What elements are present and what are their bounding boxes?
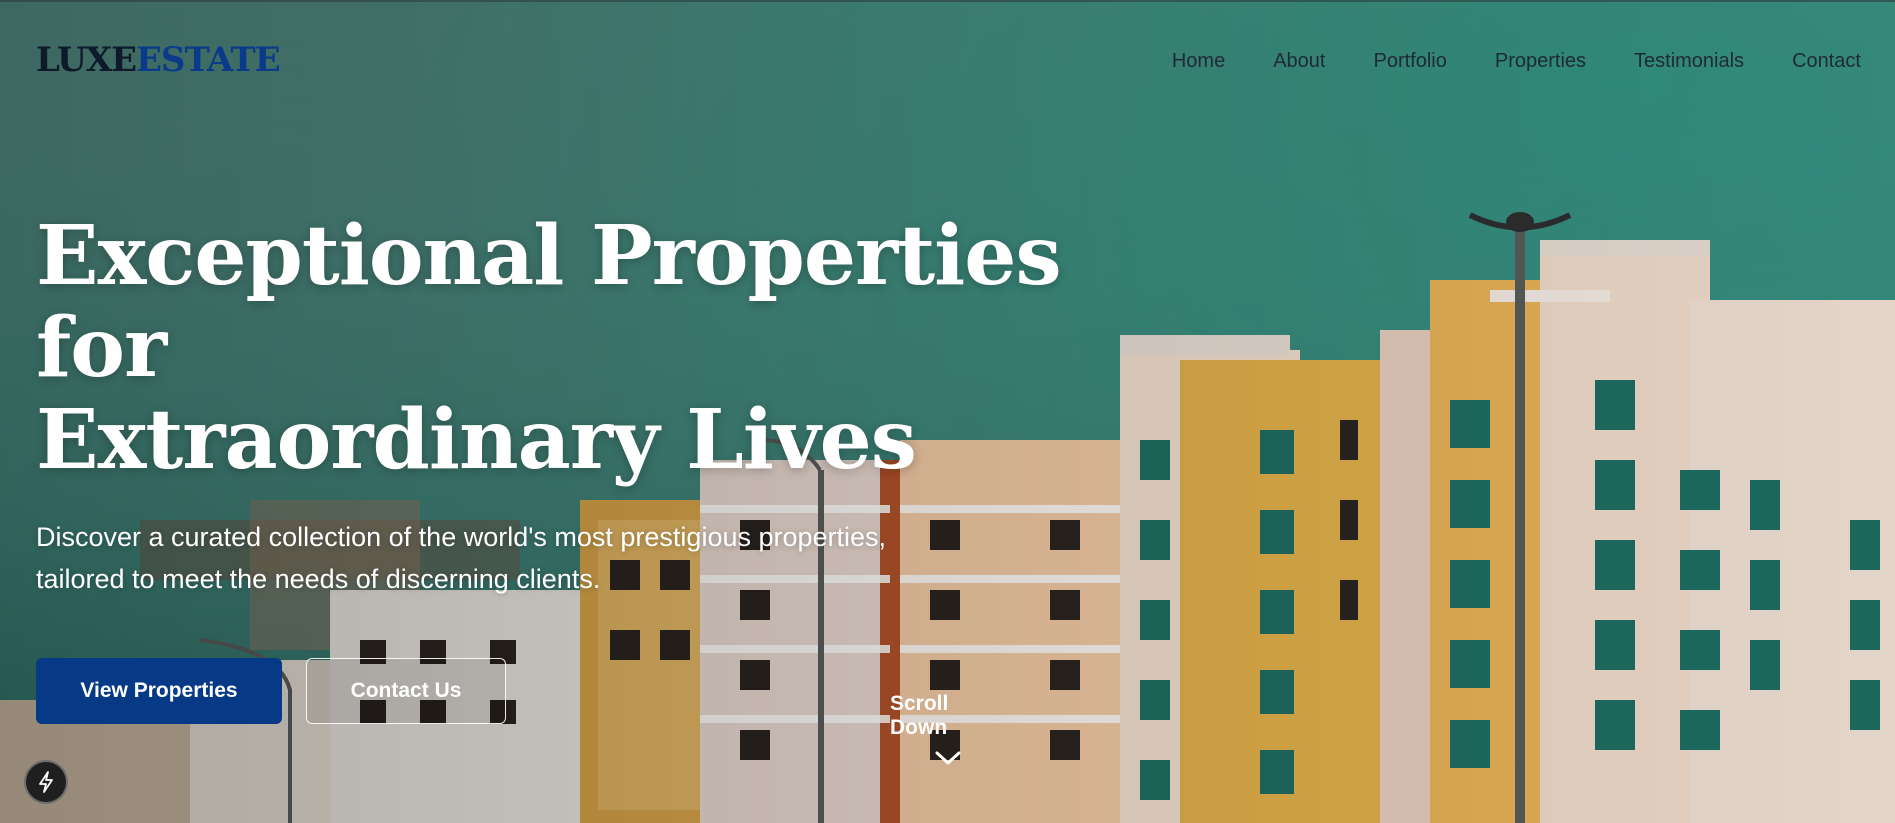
nav-home[interactable]: Home <box>1172 50 1225 73</box>
nav-portfolio[interactable]: Portfolio <box>1373 50 1446 73</box>
headline-line-1: Exceptional Properties for <box>36 208 1062 396</box>
subtext-line-1: Discover a curated collection of the wor… <box>36 522 887 552</box>
view-properties-button[interactable]: View Properties <box>36 658 282 724</box>
chevron-down-icon <box>935 751 961 765</box>
floating-action-button[interactable] <box>24 760 68 804</box>
logo-text-luxe: LUXE <box>36 40 137 80</box>
scroll-down-label: Scroll Down <box>890 692 949 739</box>
headline-line-2: Extraordinary Lives <box>36 392 917 488</box>
logo[interactable]: LUXEESTATE <box>36 40 281 80</box>
hero-content: Exceptional Properties for Extraordinary… <box>36 210 1196 724</box>
hero-headline: Exceptional Properties for Extraordinary… <box>36 210 1196 486</box>
nav-properties[interactable]: Properties <box>1495 50 1586 73</box>
nav-contact[interactable]: Contact <box>1792 50 1861 73</box>
hero-subtext: Discover a curated collection of the wor… <box>36 516 1016 600</box>
navbar: LUXEESTATE Home About Portfolio Properti… <box>0 0 1895 124</box>
subtext-line-2: tailored to meet the needs of discerning… <box>36 564 601 594</box>
scroll-down[interactable]: Scroll Down <box>890 692 1006 766</box>
hero-buttons: View Properties Contact Us <box>36 658 1196 724</box>
nav-menu: Home About Portfolio Properties Testimon… <box>1172 50 1861 73</box>
contact-us-button[interactable]: Contact Us <box>306 658 506 724</box>
nav-about[interactable]: About <box>1273 50 1325 73</box>
nav-testimonials[interactable]: Testimonials <box>1634 50 1744 73</box>
hero-section: LUXEESTATE Home About Portfolio Properti… <box>0 0 1895 823</box>
lightning-bolt-icon <box>39 771 53 793</box>
logo-text-estate: ESTATE <box>136 40 281 80</box>
